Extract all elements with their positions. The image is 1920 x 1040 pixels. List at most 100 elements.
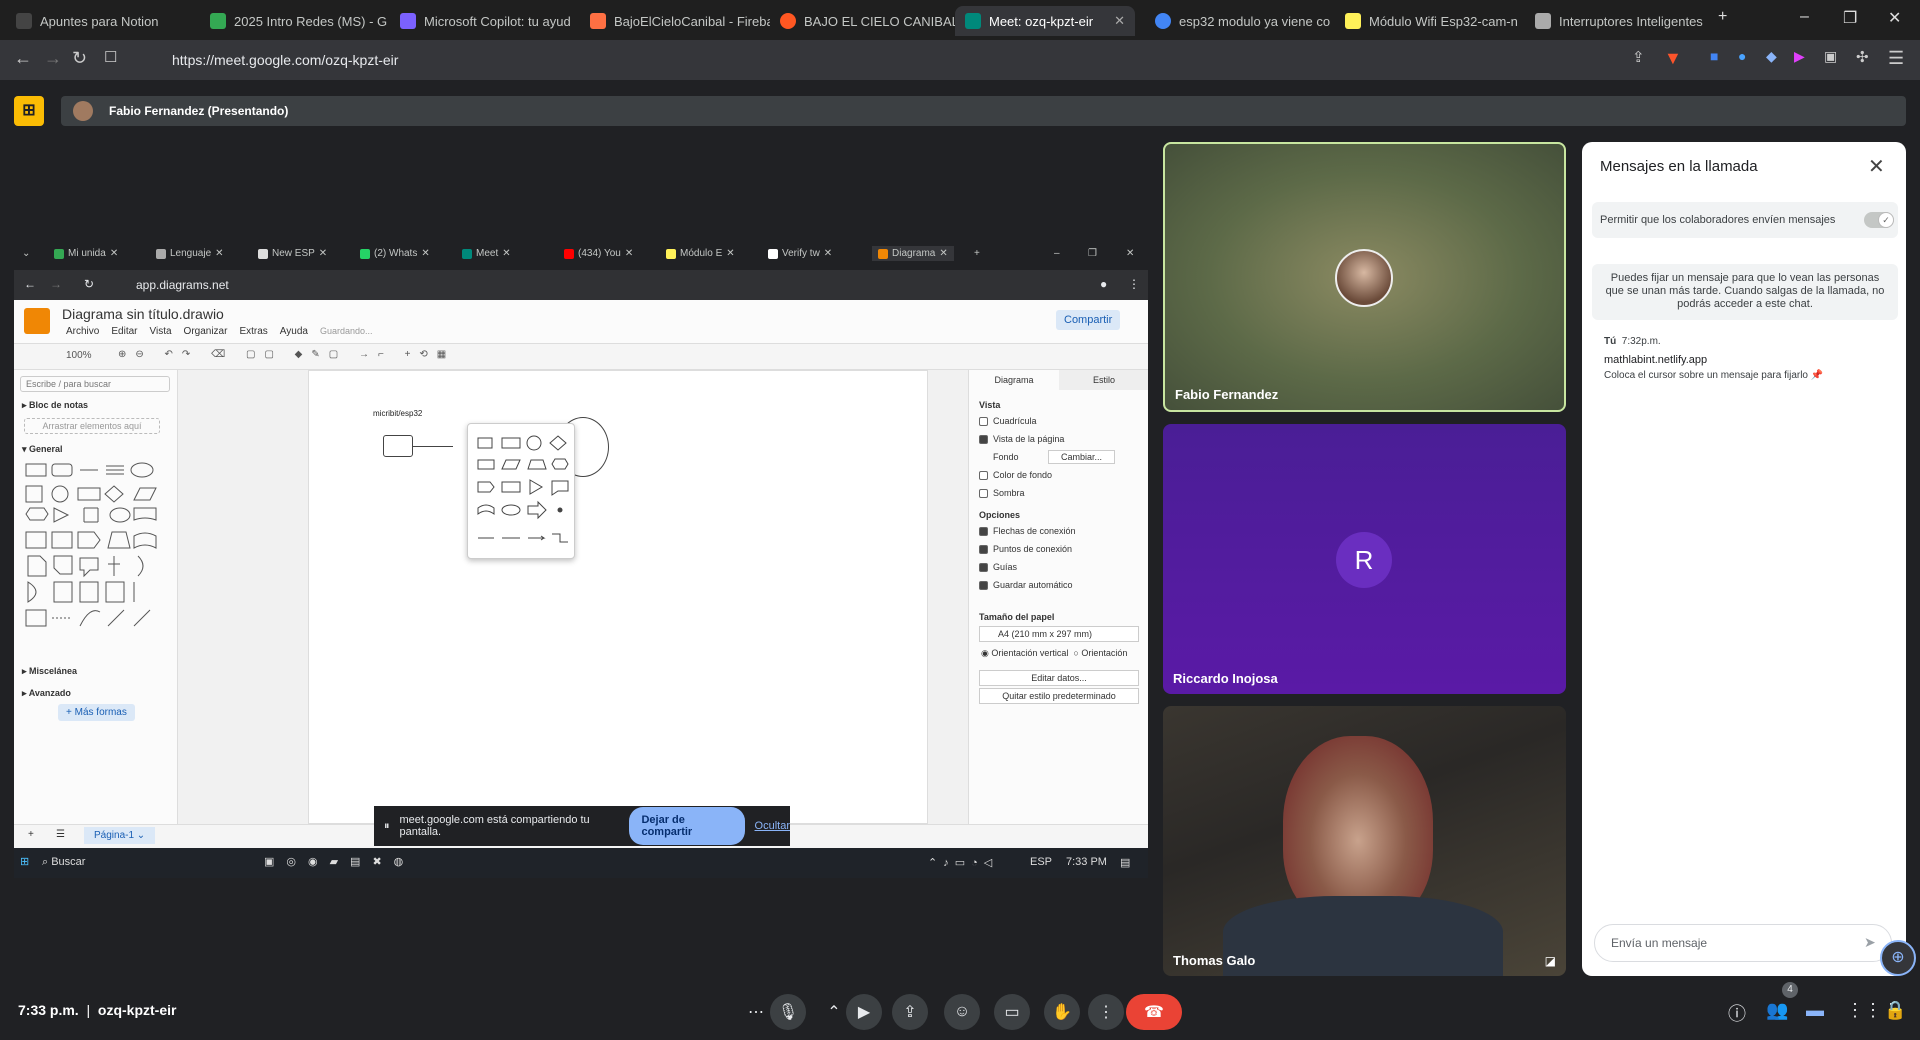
extension-icon[interactable]: ■	[1710, 48, 1718, 64]
microphone-icon[interactable]: 🎙	[770, 994, 806, 1030]
taskbar-clock: 7:33 PM	[1066, 856, 1107, 868]
chat-message[interactable]: mathlabint.netlify.app	[1604, 354, 1707, 366]
pin-icon[interactable]: ◪	[1545, 954, 1556, 968]
meet-icon	[965, 13, 981, 29]
browser-tab-active[interactable]: Meet: ozq-kpzt-eir ✕	[955, 6, 1135, 36]
more-options-icon[interactable]: ⋮	[1088, 994, 1124, 1030]
windows-start-icon: ⊞	[20, 856, 30, 868]
share-icon[interactable]: ⇪	[1632, 48, 1645, 66]
end-call-button[interactable]: ☎	[1126, 994, 1182, 1030]
browser-tab[interactable]: Módulo Wifi Esp32-cam-n	[1335, 6, 1520, 36]
saving-status: Guardando...	[319, 326, 373, 336]
shared-tab: Módulo E ✕	[666, 248, 735, 259]
orientation-radios: ◉ Orientación vertical ○ Orientación	[981, 648, 1128, 658]
page-tab: Página-1 ⌄	[84, 827, 156, 844]
zoom-in-icon[interactable]: ⊕	[1880, 940, 1916, 976]
brave-icon[interactable]: ▼	[1664, 48, 1682, 69]
browser-tab[interactable]: esp32 modulo ya viene co	[1145, 6, 1330, 36]
shared-browser-tabs: ⌄ Mi unida ✕ Lenguaje ✕ New ESP ✕ (2) Wh…	[14, 242, 1148, 270]
permission-toggle-row: Permitir que los colaboradores envíen me…	[1592, 202, 1898, 238]
participant-tile[interactable]: Thomas Galo ◪	[1163, 706, 1566, 976]
participant-tile[interactable]: R Riccardo Inojosa	[1163, 424, 1566, 694]
close-icon[interactable]: ✕	[1868, 154, 1885, 179]
edit-data-button: Editar datos...	[979, 670, 1139, 686]
host-controls-icon[interactable]: 🔒	[1884, 1000, 1906, 1021]
more-captions-icon[interactable]: ⋯	[738, 994, 774, 1030]
participant-tile[interactable]: Fabio Fernandez	[1163, 142, 1566, 412]
participant-name: Fabio Fernandez	[1175, 387, 1279, 402]
shared-tab: New ESP ✕	[258, 248, 327, 259]
browser-tab[interactable]: Microsoft Copilot: tu ayud	[390, 6, 580, 36]
people-icon[interactable]: 👥	[1766, 1000, 1788, 1021]
add-page-icon: +	[28, 829, 34, 840]
checkbox-icon	[979, 488, 988, 498]
diagram-title: Diagrama sin título.drawio	[62, 306, 224, 322]
send-icon[interactable]: ➤	[1864, 934, 1876, 951]
shared-tab: Lenguaje ✕	[156, 248, 224, 259]
participant-name: Riccardo Inojosa	[1173, 671, 1278, 686]
chevron-down-icon: ⌄	[22, 248, 31, 259]
diagram-page: micribit/esp32	[308, 370, 928, 824]
shared-tab: Verify tw ✕	[768, 248, 832, 259]
close-icon[interactable]: ✕	[1114, 13, 1125, 29]
minimize-icon: –	[1054, 248, 1060, 259]
chat-icon[interactable]: ▬	[1806, 1000, 1824, 1021]
reload-icon[interactable]: ↻	[72, 48, 87, 69]
extension-icon[interactable]: ●	[1738, 48, 1746, 64]
extension-icon[interactable]: ▶	[1794, 48, 1805, 65]
extension-icon[interactable]: ◆	[1766, 48, 1777, 65]
captions-icon[interactable]: ▭	[994, 994, 1030, 1030]
hide-link: Ocultar	[754, 820, 790, 832]
shape-picker-icons	[477, 435, 569, 543]
checkbox-points: Puntos de conexión	[979, 540, 1076, 558]
info-icon[interactable]: ⓘ	[1728, 1000, 1746, 1026]
bookmark-icon[interactable]: ☐	[104, 48, 117, 66]
drawio-share-button: Compartir	[1056, 310, 1121, 330]
shape-search-input: Escribe / para buscar	[20, 376, 170, 392]
extensions-puzzle-icon[interactable]: ✣	[1856, 48, 1869, 66]
chat-input[interactable]: Envía un mensaje	[1594, 924, 1892, 962]
browser-tab[interactable]: 2025 Intro Redes (MS) - G✕	[200, 6, 390, 36]
menu-editar: Editar	[111, 326, 138, 337]
url-field[interactable]: https://meet.google.com/ozq-kpzt-eir	[136, 46, 1636, 74]
youtube-icon	[564, 248, 574, 259]
keyboard-language: ESP	[1030, 856, 1053, 868]
browser-tab[interactable]: BAJO EL CIELO CANIBAL	[770, 6, 955, 36]
browser-tab[interactable]: BajoElCieloCanibal - Fireba	[580, 6, 770, 36]
back-icon[interactable]: ←	[14, 48, 32, 69]
drawio-menubar: Archivo Editar Vista Organizar Extras Ay…	[66, 326, 373, 337]
checkbox-checked-icon	[979, 544, 988, 554]
pause-icon: ⏸	[384, 819, 390, 832]
present-screen-icon[interactable]: ⇪	[892, 994, 928, 1030]
restore-icon: ❐	[1088, 248, 1097, 259]
checkbox-page-view: Vista de la página	[979, 430, 1115, 448]
presentation-icon[interactable]: ⊞	[14, 96, 44, 126]
emoji-icon[interactable]: ☺	[944, 994, 980, 1030]
mercadolibre-icon	[1345, 13, 1361, 29]
options-header: Opciones	[979, 510, 1021, 520]
browser-tab[interactable]: Apuntes para Notion	[6, 6, 196, 36]
checkbox-grid: Cuadrícula	[979, 412, 1115, 430]
notepad-section: ▸ Bloc de notas	[22, 400, 89, 410]
close-window-icon[interactable]: ✕	[1888, 8, 1901, 28]
toggle-switch[interactable]: ✓	[1864, 212, 1894, 228]
minimize-icon[interactable]: –	[1800, 8, 1809, 26]
menu-icon[interactable]: ☰	[1888, 48, 1904, 69]
browser-tab[interactable]: Interruptores Inteligentes	[1525, 6, 1715, 36]
raise-hand-icon[interactable]: ✋	[1044, 994, 1080, 1030]
shared-screen: ⌄ Mi unida ✕ Lenguaje ✕ New ESP ✕ (2) Wh…	[14, 242, 1148, 878]
forward-icon: →	[50, 277, 62, 291]
github-icon	[768, 248, 778, 259]
forward-icon[interactable]: →	[44, 48, 62, 69]
people-count-badge: 4	[1782, 982, 1798, 998]
restore-icon[interactable]: ❐	[1843, 8, 1857, 28]
new-tab-icon[interactable]: +	[1718, 8, 1727, 26]
google-icon	[1155, 13, 1171, 29]
checkbox-checked-icon	[979, 562, 988, 572]
shape-picker-popup	[467, 423, 575, 559]
camera-icon[interactable]: ▶	[846, 994, 882, 1030]
extension-icon[interactable]: ▣	[1824, 48, 1837, 65]
tab-estilo: Estilo	[1059, 370, 1148, 390]
general-section: ▾ General	[22, 444, 63, 454]
participant-name: Thomas Galo	[1173, 953, 1256, 968]
